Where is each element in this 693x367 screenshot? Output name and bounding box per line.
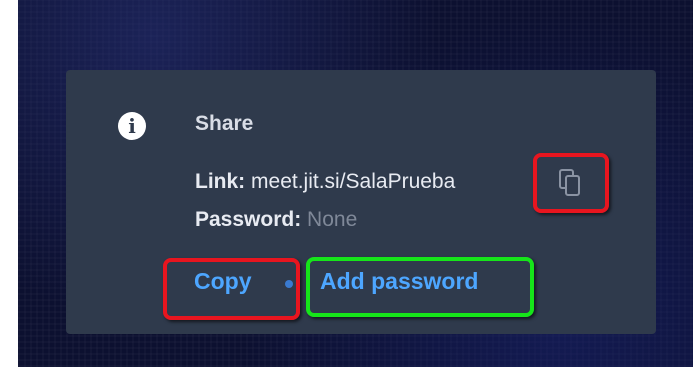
highlight-copy-icon [533,153,609,213]
highlight-add-password [306,257,534,317]
link-label: Link: [195,170,246,193]
highlight-copy-button [163,258,300,320]
link-value: meet.jit.si/SalaPrueba [251,170,456,193]
password-label: Password: [195,208,302,231]
dialog-title: Share [195,112,254,135]
password-row: Password: None [195,208,357,232]
password-value: None [307,208,358,231]
info-icon: i [118,112,146,140]
link-row: Link: meet.jit.si/SalaPrueba [195,170,455,194]
